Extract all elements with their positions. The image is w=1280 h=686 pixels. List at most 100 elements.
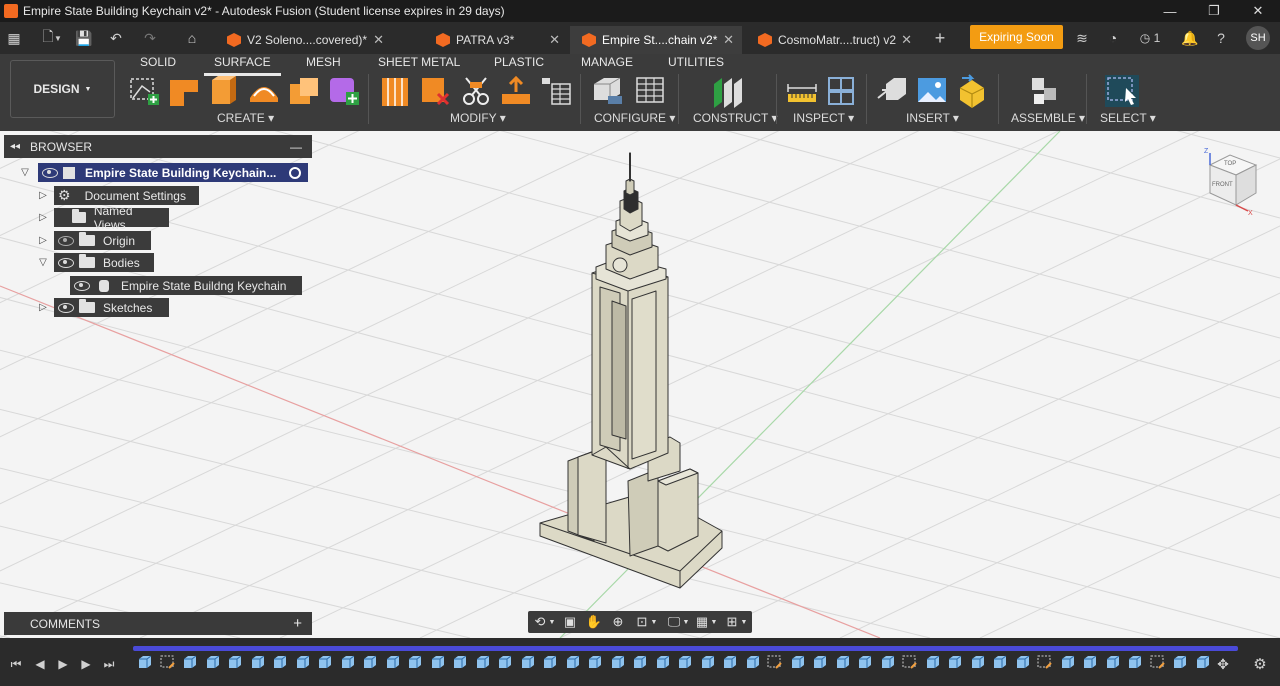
collapse-caret-icon[interactable]: ▽ [18, 167, 32, 178]
online-count-icon[interactable]: ◷ 1 [1136, 28, 1164, 48]
timeline-extrude-feature-icon[interactable] [1105, 654, 1121, 670]
root-component[interactable]: Empire State Building Keychain... [38, 163, 308, 182]
timeline-extrude-feature-icon[interactable] [227, 654, 243, 670]
timeline-extrude-feature-icon[interactable] [857, 654, 873, 670]
close-tab-icon[interactable]: ✕ [373, 32, 384, 48]
create-sketch-icon[interactable] [128, 74, 160, 108]
view-cube-top[interactable]: TOP [1224, 161, 1236, 167]
timeline-sketch-feature-icon[interactable] [160, 654, 176, 670]
comments-panel[interactable]: COMMENTS + [4, 612, 312, 635]
visibility-eye-icon[interactable] [58, 302, 74, 313]
timeline-extrude-feature-icon[interactable] [947, 654, 963, 670]
view-cube-front[interactable]: FRONT [1212, 182, 1233, 188]
configure-design-icon[interactable] [592, 74, 624, 108]
play-icon[interactable]: ▶ [55, 656, 71, 672]
change-parameters-icon[interactable] [540, 74, 572, 108]
save-icon[interactable]: 💾 [74, 28, 94, 48]
fit-icon[interactable]: ⊡ [634, 614, 650, 630]
tab-utilities[interactable]: UTILITIES [668, 55, 724, 71]
tab-plastic[interactable]: PLASTIC [494, 55, 544, 71]
timeline-extrude-feature-icon[interactable] [745, 654, 761, 670]
body-node[interactable]: Empire State Buildng Keychain [70, 276, 302, 295]
go-to-start-icon[interactable]: ⏮ [8, 656, 24, 672]
timeline-track[interactable] [133, 646, 1238, 651]
fit-chevron-icon[interactable]: ▼ [650, 614, 658, 630]
job-status-icon[interactable]: ◔ [1103, 28, 1123, 48]
go-to-end-icon[interactable]: ⏭ [101, 656, 117, 672]
tab-surface[interactable]: SURFACE [204, 55, 281, 76]
visibility-eye-icon[interactable] [42, 167, 58, 178]
tree-root[interactable]: ▽ Empire State Building Keychain... [18, 163, 308, 182]
timeline-sketch-feature-icon[interactable] [767, 654, 783, 670]
document-settings-node[interactable]: ⚙ Document Settings [54, 186, 199, 205]
timeline-extrude-feature-icon[interactable] [497, 654, 513, 670]
patch-icon[interactable] [208, 74, 240, 108]
grid-chevron-icon[interactable]: ▼ [710, 614, 718, 630]
create-group-label[interactable]: CREATE ▾ [217, 111, 274, 125]
extrude-icon[interactable] [168, 74, 200, 108]
bodies-node[interactable]: Bodies [54, 253, 154, 272]
timeline-settings-gear-icon[interactable]: ⚙ [1252, 656, 1268, 673]
modify-group-label[interactable]: MODIFY ▾ [450, 111, 506, 125]
timeline-extrude-feature-icon[interactable] [250, 654, 266, 670]
timeline-extrude-feature-icon[interactable] [1195, 654, 1211, 670]
timeline-extrude-feature-icon[interactable] [587, 654, 603, 670]
home-icon[interactable]: ⌂ [182, 28, 202, 48]
tree-item-bodies[interactable]: ▽ Bodies [36, 253, 154, 272]
offset-face-icon[interactable] [500, 74, 532, 108]
assemble-group-label[interactable]: ASSEMBLE ▾ [1011, 111, 1085, 125]
timeline-extrude-feature-icon[interactable] [812, 654, 828, 670]
expiring-soon-button[interactable]: Expiring Soon [970, 25, 1063, 49]
timeline-extrude-feature-icon[interactable] [452, 654, 468, 670]
look-at-icon[interactable]: ▣ [562, 614, 578, 630]
delete-face-icon[interactable] [420, 74, 452, 108]
insert-group-label[interactable]: INSERT ▾ [906, 111, 959, 125]
thicken-icon[interactable] [288, 74, 320, 108]
timeline-extrude-feature-icon[interactable] [790, 654, 806, 670]
visibility-eye-icon[interactable] [58, 257, 74, 268]
file-menu-chevron-icon[interactable]: ▼ [52, 28, 64, 48]
expand-caret-icon[interactable]: ▷ [36, 235, 50, 246]
add-comment-icon[interactable]: + [293, 615, 302, 632]
configure-group-label[interactable]: CONFIGURE ▾ [594, 111, 675, 125]
collapse-panel-icon[interactable]: ◂◂ [10, 141, 20, 152]
timeline-extrude-feature-icon[interactable] [835, 654, 851, 670]
viewports-icon[interactable]: ⊞ [724, 614, 740, 630]
tab-manage[interactable]: MANAGE [581, 55, 633, 71]
timeline-extrude-feature-icon[interactable] [700, 654, 716, 670]
insert-derive-icon[interactable] [876, 74, 908, 108]
timeline-marker-icon[interactable]: ✥ [1215, 656, 1231, 672]
step-forward-icon[interactable]: ▶ [78, 656, 94, 672]
display-settings-icon[interactable]: 🖵 [666, 614, 682, 630]
timeline-extrude-feature-icon[interactable] [340, 654, 356, 670]
interference-icon[interactable] [826, 74, 858, 108]
timeline-sketch-feature-icon[interactable] [1037, 654, 1053, 670]
timeline-extrude-feature-icon[interactable] [542, 654, 558, 670]
minimize-panel-icon[interactable]: — [290, 140, 302, 154]
hidden-eye-icon[interactable] [58, 235, 74, 246]
timeline-extrude-feature-icon[interactable] [430, 654, 446, 670]
inspect-group-label[interactable]: INSPECT ▾ [793, 111, 854, 125]
timeline-extrude-feature-icon[interactable] [1082, 654, 1098, 670]
expand-caret-icon[interactable]: ▷ [36, 212, 50, 223]
notifications-bell-icon[interactable]: 🔔 [1180, 28, 1200, 48]
close-button[interactable]: ✕ [1236, 0, 1280, 22]
select-group-label[interactable]: SELECT ▾ [1100, 111, 1156, 125]
step-back-icon[interactable]: ◀ [32, 656, 48, 672]
insert-mesh-icon[interactable] [956, 74, 988, 108]
tree-item-origin[interactable]: ▷ Origin [36, 231, 151, 250]
named-views-node[interactable]: Named Views [54, 204, 169, 232]
timeline-extrude-feature-icon[interactable] [992, 654, 1008, 670]
timeline-extrude-feature-icon[interactable] [610, 654, 626, 670]
timeline-extrude-feature-icon[interactable] [1127, 654, 1143, 670]
close-tab-icon[interactable]: ✕ [549, 32, 560, 48]
visibility-eye-icon[interactable] [74, 280, 90, 291]
timeline-extrude-feature-icon[interactable] [317, 654, 333, 670]
expand-caret-icon[interactable]: ▷ [36, 190, 50, 201]
new-component-icon[interactable] [1028, 74, 1060, 108]
minimize-button[interactable]: — [1148, 0, 1192, 22]
timeline-extrude-feature-icon[interactable] [205, 654, 221, 670]
timeline-extrude-feature-icon[interactable] [632, 654, 648, 670]
pan-hand-icon[interactable]: ✋ [586, 614, 602, 630]
tab-v2-solenoid[interactable]: V2 Soleno....covered)* ✕ [215, 26, 392, 54]
